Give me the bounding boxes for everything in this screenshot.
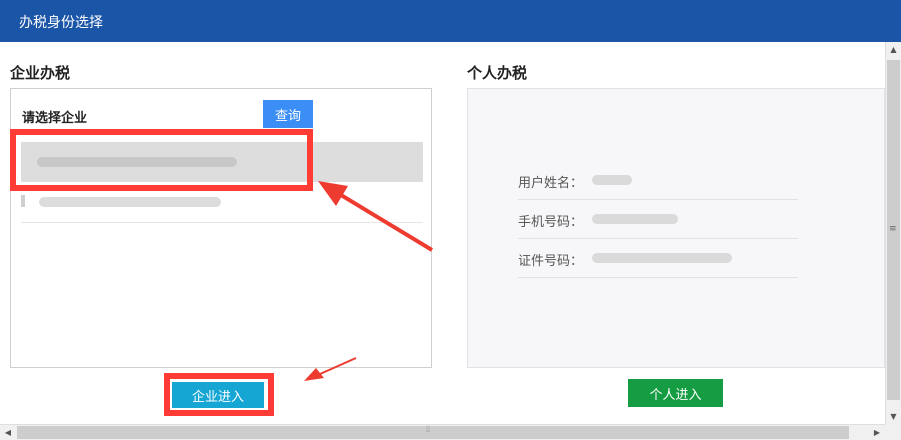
- grip-icon: ≡: [889, 224, 897, 234]
- scroll-left-icon[interactable]: ◀: [0, 425, 16, 440]
- arrow-to-button-line: [319, 357, 357, 375]
- arrow-to-company-head: [318, 181, 348, 206]
- scrollbar-corner: [885, 424, 901, 440]
- horizontal-scrollbar[interactable]: ◀ ⦙⦙ ▶: [0, 424, 885, 440]
- scroll-right-icon[interactable]: ▶: [869, 425, 885, 440]
- arrow-to-company-line: [334, 190, 434, 252]
- scroll-down-icon[interactable]: ▼: [886, 409, 901, 425]
- horizontal-scroll-thumb[interactable]: [17, 426, 849, 439]
- arrow-to-button-head: [304, 368, 324, 381]
- scroll-up-icon[interactable]: ▲: [886, 42, 901, 58]
- vertical-scrollbar[interactable]: ▲ ≡ ▼: [885, 42, 901, 425]
- annotation-arrows: [304, 181, 434, 381]
- grip-icon: ⦙⦙: [426, 425, 431, 435]
